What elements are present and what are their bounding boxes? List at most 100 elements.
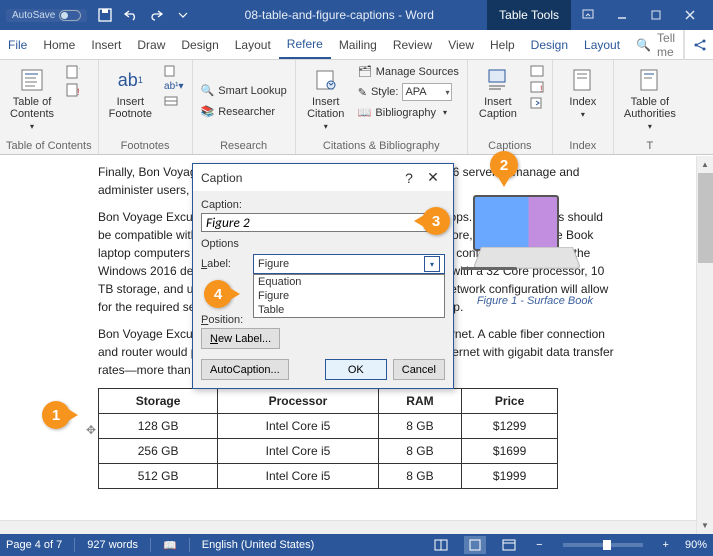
group-research: 🔍Smart Lookup 📚Researcher Research xyxy=(193,60,296,154)
tab-mailings[interactable]: Mailing xyxy=(331,30,385,59)
svg-text:!: ! xyxy=(77,87,80,97)
scroll-up-icon[interactable]: ▲ xyxy=(697,156,713,173)
scroll-thumb[interactable] xyxy=(698,173,713,263)
add-text-button[interactable]: + xyxy=(64,64,82,80)
group-toc: Table of Contents ▾ + ! Table of Content… xyxy=(0,60,99,154)
tab-help[interactable]: Help xyxy=(482,30,523,59)
tab-draw[interactable]: Draw xyxy=(129,30,173,59)
redo-icon[interactable] xyxy=(149,7,165,23)
ok-button[interactable]: OK xyxy=(325,359,387,380)
toc-button[interactable]: Table of Contents ▾ xyxy=(6,64,58,138)
zoom-level[interactable]: 90% xyxy=(685,539,707,551)
tab-references[interactable]: Refere xyxy=(279,30,331,59)
minimize-icon[interactable] xyxy=(605,0,639,30)
horizontal-scrollbar[interactable] xyxy=(0,520,696,534)
zoom-out-button[interactable]: − xyxy=(532,539,546,551)
insert-caption-button[interactable]: Insert Caption xyxy=(474,64,522,138)
insert-endnote-button[interactable] xyxy=(162,64,185,78)
tab-table-design[interactable]: Design xyxy=(523,30,576,59)
next-footnote-button[interactable]: ab¹▾ xyxy=(162,80,185,93)
toc-label: Table of Contents xyxy=(10,96,54,120)
group-footnotes: ab1 Insert Footnote ab¹▾ Footnotes xyxy=(99,60,193,154)
table-move-handle-icon[interactable]: ✥ xyxy=(86,423,96,437)
tab-insert[interactable]: Insert xyxy=(83,30,129,59)
autosave-toggle[interactable]: AutoSave xyxy=(6,9,87,22)
ribbon-tabs: File Home Insert Draw Design Layout Refe… xyxy=(0,30,713,60)
vertical-scrollbar[interactable]: ▲ ▼ xyxy=(696,156,713,534)
insert-citation-button[interactable]: Insert Citation ▾ xyxy=(302,64,350,138)
citation-label: Insert Citation xyxy=(307,96,344,120)
tell-me-search[interactable]: 🔍 Tell me xyxy=(628,30,683,59)
autocaption-button[interactable]: AutoCaption... xyxy=(201,359,289,380)
label-option[interactable]: Equation xyxy=(254,275,444,289)
web-layout-icon[interactable] xyxy=(498,536,520,554)
zoom-slider[interactable] xyxy=(563,543,643,547)
table-row: 512 GBIntel Core i58 GB$1999 xyxy=(99,464,558,489)
group-label-index: Index xyxy=(559,138,607,154)
insert-tof-button[interactable] xyxy=(528,64,546,78)
caption-dialog: Caption ? ✕ Caption: Options Label: Figu… xyxy=(192,163,454,389)
status-language[interactable]: English (United States) xyxy=(202,539,315,551)
citation-style-combo[interactable]: APA▾ xyxy=(402,83,452,101)
autosave-label: AutoSave xyxy=(12,10,55,21)
index-icon xyxy=(569,66,597,94)
researcher-button[interactable]: 📚Researcher xyxy=(199,104,289,119)
spec-table[interactable]: Storage Processor RAM Price 128 GBIntel … xyxy=(98,388,558,489)
scroll-down-icon[interactable]: ▼ xyxy=(697,517,713,534)
books-icon: 📚 xyxy=(201,105,215,118)
tab-layout[interactable]: Layout xyxy=(227,30,279,59)
close-icon[interactable] xyxy=(673,0,707,30)
tab-view[interactable]: View xyxy=(440,30,482,59)
status-word-count[interactable]: 927 words xyxy=(87,539,138,551)
qat-dropdown-icon[interactable] xyxy=(175,7,191,23)
tab-table-layout[interactable]: Layout xyxy=(576,30,628,59)
zoom-in-button[interactable]: + xyxy=(659,539,673,551)
status-page[interactable]: Page 4 of 7 xyxy=(6,539,62,551)
undo-icon[interactable] xyxy=(123,7,139,23)
bibliography-button[interactable]: 📖Bibliography▾ xyxy=(356,105,461,120)
toa-button[interactable]: Table of Authorities ▾ xyxy=(620,64,680,138)
label-combo-value: Figure xyxy=(258,258,289,270)
new-label-button[interactable]: New Label... xyxy=(201,328,280,349)
label-option[interactable]: Figure xyxy=(254,289,444,303)
smart-lookup-button[interactable]: 🔍Smart Lookup xyxy=(199,83,289,98)
group-label-research: Research xyxy=(199,138,289,154)
table-header: Storage xyxy=(99,389,218,414)
show-notes-button[interactable] xyxy=(162,95,185,107)
insert-footnote-button[interactable]: ab1 Insert Footnote xyxy=(105,64,156,138)
save-icon[interactable] xyxy=(97,7,113,23)
tab-design[interactable]: Design xyxy=(173,30,226,59)
print-layout-icon[interactable] xyxy=(464,536,486,554)
tab-home[interactable]: Home xyxy=(35,30,83,59)
maximize-icon[interactable] xyxy=(639,0,673,30)
manage-sources-button[interactable]: 🗂Manage Sources xyxy=(356,64,461,79)
group-index: Index ▾ Index xyxy=(553,60,614,154)
proofing-icon[interactable]: 📖 xyxy=(163,539,177,552)
chevron-down-icon[interactable]: ▾ xyxy=(424,256,440,272)
citation-style-row: ✎ Style: APA▾ xyxy=(356,82,461,102)
footnote-icon: ab1 xyxy=(116,66,144,94)
table-header: RAM xyxy=(378,389,461,414)
cross-reference-button[interactable] xyxy=(528,96,546,110)
index-button[interactable]: Index ▾ xyxy=(559,64,607,138)
dialog-help-button[interactable]: ? xyxy=(397,170,421,186)
label-field-label: Label: xyxy=(201,258,247,270)
callout-3: 3 xyxy=(422,207,450,235)
tab-file[interactable]: File xyxy=(0,30,35,59)
context-tab-table-tools: Table Tools xyxy=(487,0,571,30)
share-icon[interactable] xyxy=(684,30,713,60)
read-mode-icon[interactable] xyxy=(430,536,452,554)
update-toc-button[interactable]: ! xyxy=(64,82,82,98)
dialog-close-button[interactable]: ✕ xyxy=(421,169,445,186)
label-option[interactable]: Table xyxy=(254,303,444,317)
update-tof-button[interactable]: ! xyxy=(528,80,546,94)
caption-text-input[interactable] xyxy=(201,213,445,232)
svg-text:!: ! xyxy=(540,84,543,93)
ribbon-body: Table of Contents ▾ + ! Table of Content… xyxy=(0,60,713,155)
cancel-button[interactable]: Cancel xyxy=(393,359,445,380)
tab-review[interactable]: Review xyxy=(385,30,440,59)
ribbon-collapse-icon[interactable] xyxy=(571,0,605,30)
autosave-toggle-switch[interactable] xyxy=(59,10,81,21)
label-combobox[interactable]: Figure ▾ xyxy=(253,254,445,274)
pen-icon: ✎ xyxy=(358,86,367,99)
